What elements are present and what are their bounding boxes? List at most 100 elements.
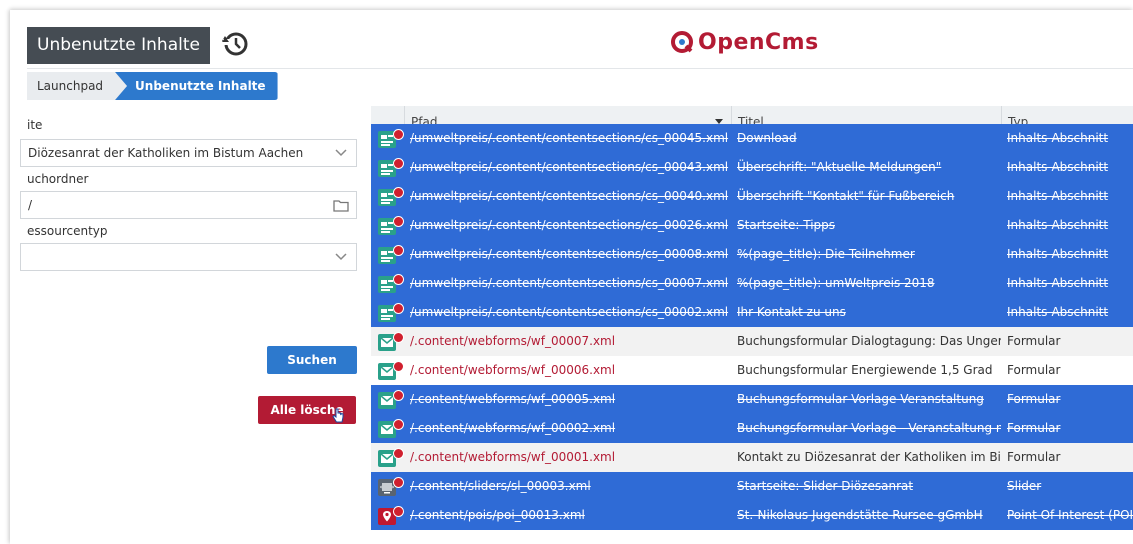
page-title: Unbenutzte Inhalte: [27, 27, 210, 64]
resource-type-label: essourcentyp: [27, 224, 108, 238]
table-row[interactable]: /.content/webforms/wf_00002.xml Buchungsf…: [371, 414, 1133, 443]
cell-path: /.content/pois/poi_00013.xml: [410, 508, 585, 522]
folder-icon[interactable]: [326, 192, 356, 218]
unused-marker-icon: [393, 477, 404, 488]
cell-type: Inhalts-Abschnitt: [1007, 160, 1109, 174]
site-select-value: Diözesanrat der Katholiken im Bistum Aac…: [28, 146, 304, 160]
app-frame: Unbenutzte Inhalte OpenCms Launchpad Unb…: [10, 10, 1133, 544]
content-section-icon: [377, 273, 404, 295]
cell-title: Startseite: Slider Diözesanrat: [737, 479, 914, 493]
history-icon[interactable]: [220, 29, 250, 59]
cell-type: Formular: [1007, 363, 1061, 377]
table-row[interactable]: /umweltpreis/.content/contentsections/cs…: [371, 124, 1133, 153]
cell-title: Startseite: Tipps: [737, 218, 836, 232]
table-row[interactable]: /umweltpreis/.content/contentsections/cs…: [371, 269, 1133, 298]
chevron-down-icon[interactable]: [326, 140, 356, 166]
content-section-icon: [377, 215, 404, 237]
cell-type: Inhalts-Abschnitt: [1007, 247, 1109, 261]
cell-type: Inhalts-Abschnitt: [1007, 189, 1109, 203]
chevron-down-icon[interactable]: [326, 244, 356, 270]
unused-marker-icon: [393, 448, 404, 459]
content-section-icon: [377, 157, 404, 179]
folder-label: uchordner: [27, 172, 89, 186]
poi-icon: [377, 505, 404, 527]
cell-type: Formular: [1007, 392, 1061, 406]
unused-marker-icon: [393, 187, 404, 198]
cell-type: Slider: [1007, 479, 1042, 493]
cell-path: /umweltpreis/.content/contentsections/cs…: [410, 218, 729, 232]
table-row[interactable]: /umweltpreis/.content/contentsections/cs…: [371, 182, 1133, 211]
table-row[interactable]: /umweltpreis/.content/contentsections/cs…: [371, 211, 1133, 240]
table-row[interactable]: /.content/webforms/wf_00001.xml Kontakt z…: [371, 443, 1133, 472]
unused-marker-icon: [393, 390, 404, 401]
cell-title: Überschrift "Kontakt" für Fußbereich: [737, 189, 955, 203]
webform-icon: [377, 447, 404, 469]
unused-marker-icon: [393, 245, 404, 256]
breadcrumb: Launchpad Unbenutzte Inhalte: [27, 72, 278, 100]
unused-marker-icon: [393, 129, 404, 140]
folder-input[interactable]: /: [20, 191, 357, 219]
table-row[interactable]: /.content/webforms/wf_00007.xml Buchungsf…: [371, 327, 1133, 356]
site-select[interactable]: Diözesanrat der Katholiken im Bistum Aac…: [20, 139, 357, 167]
cell-path: /.content/webforms/wf_00002.xml: [410, 421, 616, 435]
cell-type: Inhalts-Abschnitt: [1007, 218, 1109, 232]
cell-title: %(page_title): umWeltpreis 2018: [737, 276, 935, 290]
unused-marker-icon: [393, 274, 404, 285]
table-row[interactable]: /.content/sliders/sl_00003.xml Startseite…: [371, 472, 1133, 501]
cell-type: Inhalts-Abschnitt: [1007, 305, 1109, 319]
table-row[interactable]: /umweltpreis/.content/contentsections/cs…: [371, 153, 1133, 182]
breadcrumb-launchpad[interactable]: Launchpad: [27, 72, 130, 100]
cell-title: Kontakt zu Diözesanrat der Katholiken im…: [737, 450, 1001, 464]
cell-title: Buchungsformular Energiewende 1,5 Grad: [737, 363, 993, 377]
webform-icon: [377, 418, 404, 440]
cell-title: St.-Nikolaus Jugendstätte Rursee gGmbH: [737, 508, 983, 522]
search-button[interactable]: Suchen: [267, 346, 357, 374]
unused-marker-icon: [393, 332, 404, 343]
cell-type: Formular: [1007, 450, 1061, 464]
cell-title: Download: [737, 131, 797, 145]
unused-marker-icon: [393, 158, 404, 169]
hand-cursor-icon: [332, 408, 344, 423]
cell-type: Inhalts-Abschnitt: [1007, 276, 1109, 290]
unused-marker-icon: [393, 303, 404, 314]
unused-marker-icon: [393, 361, 404, 372]
cell-type: Point Of Interest (POI): [1007, 508, 1133, 522]
logo-text: OpenCms: [698, 29, 819, 55]
slider-icon: [377, 476, 404, 498]
cell-path: /umweltpreis/.content/contentsections/cs…: [410, 305, 729, 319]
cell-type: Inhalts-Abschnitt: [1007, 131, 1109, 145]
cell-path: /.content/sliders/sl_00003.xml: [410, 479, 591, 493]
opencms-logo: OpenCms: [670, 26, 830, 58]
cell-path: /.content/webforms/wf_00007.xml: [410, 334, 616, 348]
resource-table: Pfad Titel Typ /umweltpreis/.content/con…: [371, 106, 1133, 544]
logo-mark-icon: [671, 31, 693, 53]
cell-path: /.content/webforms/wf_00001.xml: [410, 450, 616, 464]
content-section-icon: [377, 128, 404, 150]
table-row[interactable]: /.content/webforms/wf_00005.xml Buchungsf…: [371, 385, 1133, 414]
unused-marker-icon: [393, 216, 404, 227]
breadcrumb-current: Unbenutzte Inhalte: [115, 72, 278, 100]
cell-path: /umweltpreis/.content/contentsections/cs…: [410, 247, 729, 261]
cell-path: /umweltpreis/.content/contentsections/cs…: [410, 131, 729, 145]
webform-icon: [377, 389, 404, 411]
table-row[interactable]: /umweltpreis/.content/contentsections/cs…: [371, 240, 1133, 269]
cell-path: /.content/webforms/wf_00005.xml: [410, 392, 616, 406]
site-label: ite: [27, 118, 43, 132]
table-row[interactable]: /.content/webforms/wf_00006.xml Buchungsf…: [371, 356, 1133, 385]
table-row[interactable]: /umweltpreis/.content/contentsections/cs…: [371, 298, 1133, 327]
unused-marker-icon: [393, 419, 404, 430]
webform-icon: [377, 360, 404, 382]
cell-title: Überschrift: "Aktuelle Meldungen": [737, 160, 942, 174]
cell-path: /.content/webforms/wf_00006.xml: [410, 363, 616, 377]
resource-type-select[interactable]: [20, 243, 357, 271]
cell-type: Formular: [1007, 421, 1061, 435]
content-section-icon: [377, 244, 404, 266]
cell-title: %(page_title): Die Teilnehmer: [737, 247, 915, 261]
cell-title: Buchungsformular Dialogtagung: Das Unger…: [737, 334, 1001, 348]
unused-marker-icon: [393, 506, 404, 517]
cell-title: Buchungsformular Vorlage - Veranstaltung…: [737, 421, 1001, 435]
cell-path: /umweltpreis/.content/contentsections/cs…: [410, 160, 729, 174]
cell-path: /umweltpreis/.content/contentsections/cs…: [410, 276, 729, 290]
cell-title: Ihr Kontakt zu uns: [737, 305, 846, 319]
table-row[interactable]: /.content/pois/poi_00013.xml St.-Nikolaus…: [371, 501, 1133, 530]
